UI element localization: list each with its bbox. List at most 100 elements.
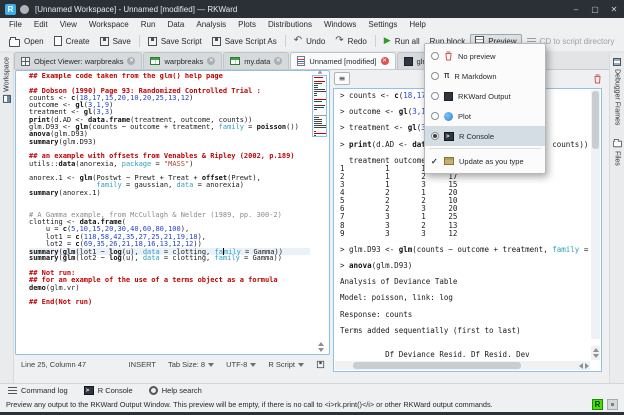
minimize-button[interactable]: – [571, 5, 581, 14]
filetype-select[interactable]: R Script [268, 359, 304, 370]
code-line[interactable]: ## Example code taken from the glm() hel… [29, 73, 310, 80]
console-line: Terms added sequentially (first to last) [340, 327, 590, 335]
toolbar-button-run-all[interactable]: ▶Run all [379, 35, 425, 48]
toolbar-button-save-script-as[interactable]: Save Script As [207, 35, 282, 48]
sidebar-tab-files[interactable]: Files [612, 137, 623, 166]
r-script-icon [297, 56, 305, 66]
toolview-button-r-console[interactable]: >R Console [84, 386, 133, 395]
console-line: > anova(glm.D93) [340, 262, 590, 270]
tab-my-data[interactable]: my.data✕ [223, 52, 289, 69]
toolbar-button-create[interactable]: Create [49, 34, 95, 48]
menu-workspace[interactable]: Workspace [83, 20, 135, 29]
toolbar-button-redo[interactable]: ↷Redo [330, 34, 372, 48]
script-editor[interactable]: ## Example code taken from the glm() hel… [15, 70, 330, 355]
code-line[interactable]: lot2 = c(69,35,26,21,18,16,13,12,12)) [29, 241, 310, 248]
scroll-left-icon[interactable] [579, 363, 583, 369]
editor-code-area[interactable]: ## Example code taken from the glm() hel… [29, 73, 310, 353]
tabs: Object Viewer: warpbreaks✕warpbreaks✕my.… [14, 52, 455, 69]
save-status-icon[interactable] [316, 360, 325, 369]
menu-data[interactable]: Data [161, 20, 190, 29]
encoding-select[interactable]: UTF-8 [226, 359, 256, 370]
editor-scroll-steppers[interactable] [318, 342, 324, 352]
window-controls: – ▢ ✕ [571, 5, 619, 14]
editor-scroll-up-icon[interactable] [318, 70, 323, 73]
code-line[interactable] [29, 197, 310, 204]
redo-icon: ↷ [335, 36, 343, 46]
code-line[interactable]: demo(glm.vr) [29, 285, 310, 292]
statusbar: Preview any output to the RKWard Output … [0, 397, 624, 412]
command-log-icon [8, 387, 17, 394]
code-line[interactable]: summary(glm.D93) [29, 139, 310, 146]
tab-size-select[interactable]: Tab Size: 8 [168, 359, 214, 370]
menu-distributions[interactable]: Distributions [262, 20, 318, 29]
menu-view[interactable]: View [54, 20, 83, 29]
data-table-icon [230, 57, 240, 65]
toolview-button-command-log[interactable]: Command log [8, 386, 68, 395]
close-button[interactable]: ✕ [609, 5, 619, 14]
toolbar-separator [139, 35, 140, 47]
interrupt-command-button[interactable] [607, 399, 618, 410]
menu-run[interactable]: Run [135, 20, 162, 29]
toolbar-button-save-script[interactable]: Save Script [143, 35, 207, 48]
discard-preview-trash-icon[interactable] [593, 74, 602, 84]
vertical-scrollbar[interactable] [591, 90, 600, 339]
preview-menu-button[interactable]: ≡ [334, 72, 350, 85]
code-line[interactable]: summary(anorex.1) [29, 190, 310, 197]
code-line[interactable]: utils::data(anorexia, package = "MASS") [29, 161, 310, 168]
scroll-down-icon[interactable] [593, 354, 599, 358]
console-line: Response: counts [340, 311, 590, 319]
data-table-icon [150, 57, 160, 65]
menu-windows[interactable]: Windows [318, 20, 362, 29]
tab-unnamed-modified-[interactable]: Unnamed [modified]✕ [290, 52, 395, 69]
scroll-right-icon[interactable] [585, 363, 589, 369]
window-title: [Unnamed Workspace] - Unnamed [modified]… [35, 5, 237, 14]
new-doc-icon [54, 36, 62, 46]
scrollbar-thumb[interactable] [592, 91, 599, 149]
menu-settings[interactable]: Settings [362, 20, 403, 29]
toolview-button-help-search[interactable]: Help search [149, 386, 202, 395]
tab-warpbreaks[interactable]: warpbreaks✕ [143, 52, 222, 69]
scroll-up-icon[interactable] [593, 348, 599, 352]
menu-analysis[interactable]: Analysis [190, 20, 232, 29]
toolbar-button-undo[interactable]: ↶Undo [289, 34, 331, 48]
code-line[interactable]: summary(glm(lot2 ~ log(u), data = clotti… [29, 255, 310, 262]
maximize-button[interactable]: ▢ [590, 5, 600, 14]
console-line: 9 3 3 12 [340, 230, 590, 238]
menu-item-r-console[interactable]: >R Console [425, 126, 545, 146]
menu-item-rkward-output[interactable]: RKWard Output [425, 86, 545, 106]
scroll-down-icon[interactable] [318, 348, 324, 352]
toolbar-separator [375, 35, 376, 47]
menu-item-plot[interactable]: Plot [425, 106, 545, 126]
toolbar-button-save[interactable]: Save [95, 35, 136, 48]
toolbar-button-open[interactable]: Open [4, 34, 49, 49]
sidebar-tab-debugger-frames[interactable]: Debugger Frames [613, 58, 621, 125]
console-line [340, 335, 590, 343]
tab-close-icon[interactable]: ✕ [207, 57, 215, 65]
scrollbar-thumb[interactable] [353, 362, 521, 369]
menu-file[interactable]: File [3, 20, 28, 29]
horizontal-scrollbar[interactable] [335, 361, 590, 370]
menu-item-update-as-you-type[interactable]: ✓Update as you type [425, 151, 545, 171]
menu-item-r-markdown[interactable]: πR Markdown [425, 66, 545, 86]
insert-mode[interactable]: INSERT [129, 360, 156, 369]
tab-close-icon[interactable]: ✕ [381, 57, 389, 65]
editor-minimap[interactable] [312, 75, 327, 137]
tab-close-icon[interactable]: ✕ [274, 57, 282, 65]
right-toolview-strip: Debugger Frames Files [609, 53, 624, 383]
radio-icon [431, 72, 439, 80]
code-line[interactable]: ## End(Not run) [29, 299, 310, 306]
scroll-up-icon[interactable] [318, 342, 324, 346]
radio-icon [431, 132, 439, 140]
menu-plots[interactable]: Plots [232, 20, 262, 29]
tab-object-viewer-warpbreaks[interactable]: Object Viewer: warpbreaks✕ [14, 52, 142, 69]
checkmark-icon: ✓ [431, 157, 439, 166]
plot-icon [444, 112, 453, 121]
console-line: > glm.D93 <- glm(counts ~ outcome + trea… [340, 246, 590, 254]
vertical-scroll-steppers[interactable] [591, 346, 600, 360]
sidebar-tab-workspace[interactable]: Workspace [3, 57, 11, 103]
menu-help[interactable]: Help [403, 20, 431, 29]
menu-edit[interactable]: Edit [28, 20, 54, 29]
menu-item-no-preview[interactable]: No preview [425, 46, 545, 66]
editor-statusbar: Line 25, Column 47 INSERT Tab Size: 8 UT… [15, 356, 331, 373]
tab-close-icon[interactable]: ✕ [127, 57, 135, 65]
